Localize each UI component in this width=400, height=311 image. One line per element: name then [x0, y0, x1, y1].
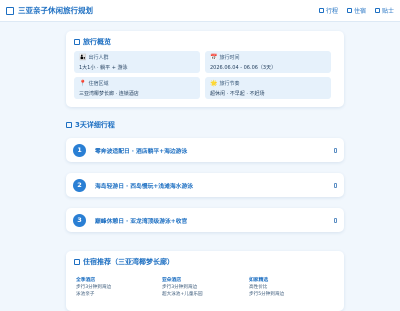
hotel-icon [346, 8, 352, 13]
expand-icon[interactable] [334, 147, 337, 153]
hotel-card: 住宿推荐（三亚湾椰梦长廊） 全季酒店 步行3分钟到海边 泳池亲子 亚朵酒店 步行… [66, 251, 344, 311]
hotel-detail: 步行3分钟到海边 [76, 285, 112, 290]
info-travelers-label-row: 🧑‍🧒 出行人群 [79, 54, 195, 61]
star-icon: 🌟 [210, 79, 218, 87]
top-bar: 三亚亲子休闲旅行规划 行程 住宿 贴士 [0, 0, 400, 22]
location-pin-icon: 📍 [79, 79, 87, 87]
info-area: 📍 住宿区域 三亚湾椰梦长廊 · 连锁酒店 [74, 77, 200, 99]
itinerary-icon [66, 122, 72, 128]
info-area-label: 住宿区域 [88, 81, 109, 87]
overview-icon [74, 39, 80, 45]
day-title: 巅峰休憩日 · 亚龙湾顶级游泳+收官 [95, 218, 188, 225]
day-number: 2 [73, 178, 86, 192]
nav-tips[interactable]: 贴士 [374, 6, 394, 15]
info-travelers-value: 1大1小 · 躺平 + 游泳 [79, 65, 128, 71]
itinerary-title-text: 3天详细行程 [75, 121, 115, 129]
hotel-detail: 高性价比 [249, 285, 268, 290]
info-area-label-row: 📍 住宿区域 [79, 80, 195, 87]
info-dates-value: 2026.06.04 - 06.06（3天） [210, 65, 277, 71]
nav-lodging-label: 住宿 [353, 8, 366, 15]
info-dates-label: 旅行时间 [219, 55, 240, 61]
hotel-detail: 步行3分钟到海边 [162, 285, 198, 290]
expand-icon[interactable] [334, 217, 337, 223]
day-title: 零奔波适配日 · 酒店躺平+海边游泳 [95, 148, 188, 155]
brand-title: 三亚亲子休闲旅行规划 [18, 6, 93, 15]
nav-itinerary-label: 行程 [325, 8, 338, 15]
hotel-name: 亚朵酒店 [162, 278, 182, 283]
hotel-detail: 步行5分钟到海边 [249, 292, 285, 297]
top-nav: 行程 住宿 贴士 [318, 6, 394, 15]
info-pace-label: 旅行节奏 [219, 81, 240, 87]
calendar-icon [318, 8, 324, 13]
day-card-2[interactable]: 2 海岛轻游日 · 西岛慢玩+浅滩海水游泳 [66, 173, 344, 197]
lightbulb-icon [374, 8, 380, 13]
hotel-icon [74, 259, 80, 265]
info-pace-label-row: 🌟 旅行节奏 [210, 80, 326, 87]
nav-lodging[interactable]: 住宿 [346, 6, 366, 15]
hotel-option-1[interactable]: 全季酒店 步行3分钟到海边 泳池亲子 [76, 277, 158, 298]
family-icon: 🧑‍🧒 [79, 53, 87, 61]
brand[interactable]: 三亚亲子休闲旅行规划 [6, 5, 93, 16]
info-travelers-label: 出行人群 [88, 55, 109, 61]
day-number: 1 [73, 143, 86, 157]
info-area-value: 三亚湾椰梦长廊 · 连锁酒店 [79, 91, 139, 97]
hotel-title-text: 住宿推荐（三亚湾椰梦长廊） [83, 258, 174, 266]
info-pace-value: 超休闲 · 不早起 · 不赶场 [210, 91, 265, 97]
info-travelers: 🧑‍🧒 出行人群 1大1小 · 躺平 + 游泳 [74, 51, 200, 73]
hotel-detail: 泳池亲子 [76, 292, 95, 297]
hotel-name: 全季酒店 [76, 278, 96, 283]
info-pace: 🌟 旅行节奏 超休闲 · 不早起 · 不赶场 [205, 77, 331, 99]
overview-title-text: 旅行概览 [83, 38, 111, 46]
info-dates: 📅 旅行时间 2026.06.04 - 06.06（3天） [205, 51, 331, 73]
hotel-detail: 超大泳池+儿童乐园 [162, 292, 203, 297]
hotel-option-2[interactable]: 亚朵酒店 步行3分钟到海边 超大泳池+儿童乐园 [162, 277, 244, 298]
info-dates-label-row: 📅 旅行时间 [210, 54, 326, 61]
calendar-icon: 📅 [210, 53, 218, 61]
nav-tips-label: 贴士 [381, 8, 394, 15]
itinerary-title: 3天详细行程 [66, 120, 115, 130]
book-icon [6, 6, 14, 15]
day-card-3[interactable]: 3 巅峰休憩日 · 亚龙湾顶级游泳+收官 [66, 208, 344, 232]
day-card-1[interactable]: 1 零奔波适配日 · 酒店躺平+海边游泳 [66, 138, 344, 162]
expand-icon[interactable] [334, 182, 337, 188]
hotel-title: 住宿推荐（三亚湾椰梦长廊） [74, 257, 174, 267]
nav-itinerary[interactable]: 行程 [318, 6, 338, 15]
overview-title: 旅行概览 [74, 37, 111, 47]
day-title: 海岛轻游日 · 西岛慢玩+浅滩海水游泳 [95, 183, 194, 190]
day-number: 3 [73, 213, 86, 227]
hotel-option-3[interactable]: 如家精选 高性价比 步行5分钟到海边 [249, 277, 331, 298]
overview-card: 旅行概览 🧑‍🧒 出行人群 1大1小 · 躺平 + 游泳 📅 旅行时间 2026… [66, 31, 344, 107]
hotel-name: 如家精选 [249, 278, 269, 283]
